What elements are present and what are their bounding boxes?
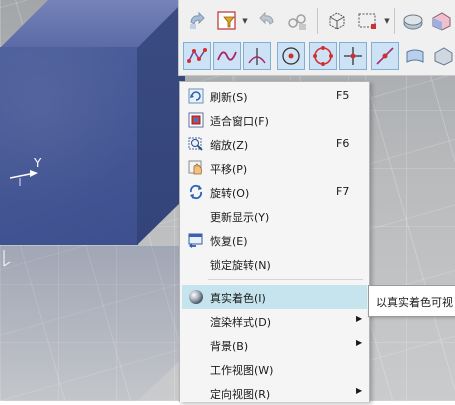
menu-item-fit-window[interactable]: 适合窗口(F)	[182, 108, 367, 132]
origin-marker-icon	[3, 250, 11, 267]
refresh-icon	[188, 88, 204, 104]
restore-icon	[188, 233, 203, 248]
cube-front-face[interactable]	[0, 47, 138, 245]
undo-icon[interactable]	[183, 7, 211, 35]
zoom-icon	[188, 137, 203, 151]
y-axis-triad: Y	[9, 156, 80, 194]
menu-item-true-shading[interactable]: 真实着色(I)	[182, 285, 367, 309]
menu-shortcut: F7	[336, 185, 350, 198]
menu-label: 定向视图(R)	[210, 388, 271, 401]
cross-point-icon[interactable]	[339, 42, 367, 70]
menu-item-pan[interactable]: 平移(P)	[182, 156, 367, 180]
submenu-arrow-icon: ▶	[356, 386, 363, 395]
surface-icon[interactable]	[401, 42, 429, 70]
tooltip-text: 以真实着色可视	[376, 296, 453, 309]
view-toolbar: ▼ ▼	[178, 0, 455, 76]
fit-window-icon	[188, 112, 204, 128]
toolbar-divider	[394, 8, 395, 34]
menu-label: 工作视图(W)	[210, 364, 274, 377]
menu-item-update-display[interactable]: 更新显示(Y)	[182, 204, 367, 228]
angle-icon[interactable]	[243, 42, 271, 70]
true-shading-icon	[189, 290, 203, 304]
circle-center-icon[interactable]	[309, 42, 337, 70]
shade-icon[interactable]	[427, 7, 455, 35]
menu-item-restore[interactable]: 恢复(E)	[182, 228, 367, 252]
menu-item-render-style[interactable]: 渲染样式(D) ▶	[182, 309, 367, 333]
spline-points-icon[interactable]	[183, 42, 211, 70]
chevron-down-icon[interactable]: ▼	[241, 16, 249, 26]
submenu-arrow-icon: ▶	[356, 314, 363, 323]
rotate-icon	[189, 184, 203, 200]
cube-reflection	[0, 246, 185, 401]
menu-label: 背景(B)	[210, 340, 249, 353]
menu-divider	[208, 279, 363, 280]
filter-select-icon[interactable]	[213, 7, 241, 35]
menu-label: 更新显示(Y)	[210, 211, 270, 224]
tooltip: 以真实着色可视	[368, 285, 455, 317]
part-icon[interactable]	[429, 42, 455, 70]
menu-shortcut: F6	[336, 137, 350, 150]
curve-icon[interactable]	[213, 42, 241, 70]
menu-label: 缩放(Z)	[210, 139, 249, 152]
menu-label: 适合窗口(F)	[210, 115, 269, 128]
menu-item-refresh[interactable]: 刷新(S) F5	[182, 84, 367, 108]
link-icon[interactable]	[283, 7, 311, 35]
box-select-icon[interactable]	[353, 7, 381, 35]
menu-label: 平移(P)	[210, 163, 248, 176]
menu-item-zoom[interactable]: 缩放(Z) F6	[182, 132, 367, 156]
menu-item-rotate[interactable]: 旋转(O) F7	[182, 180, 367, 204]
menu-label: 锁定旋转(N)	[210, 259, 271, 272]
line-point-icon[interactable]	[371, 42, 399, 70]
menu-shortcut: F5	[336, 89, 350, 102]
toolbar-divider	[317, 8, 318, 34]
redo-icon[interactable]	[253, 7, 281, 35]
y-axis-label: Y	[34, 156, 42, 170]
chevron-down-icon[interactable]: ▼	[383, 16, 391, 26]
part-icon[interactable]	[399, 7, 427, 35]
axis-arrow-icon	[9, 170, 38, 186]
point-on-curve-icon[interactable]	[277, 42, 305, 70]
menu-label: 真实着色(I)	[210, 292, 266, 305]
view-context-menu: 刷新(S) F5 适合窗口(F) 缩放(Z) F6 平移(P) 旋转(O) F7…	[179, 81, 370, 402]
menu-label: 刷新(S)	[210, 91, 248, 104]
menu-item-background[interactable]: 背景(B) ▶	[182, 333, 367, 357]
view-cube-icon[interactable]	[323, 7, 351, 35]
menu-label: 恢复(E)	[210, 235, 248, 248]
menu-label: 旋转(O)	[210, 187, 250, 200]
menu-label: 渲染样式(D)	[210, 316, 272, 329]
menu-item-orient-view[interactable]: 定向视图(R) ▶	[182, 381, 367, 405]
menu-item-lock-rotation[interactable]: 锁定旋转(N)	[182, 252, 367, 276]
pan-icon	[188, 160, 202, 175]
submenu-arrow-icon: ▶	[356, 338, 363, 347]
menu-item-work-view[interactable]: 工作视图(W)	[182, 357, 367, 381]
